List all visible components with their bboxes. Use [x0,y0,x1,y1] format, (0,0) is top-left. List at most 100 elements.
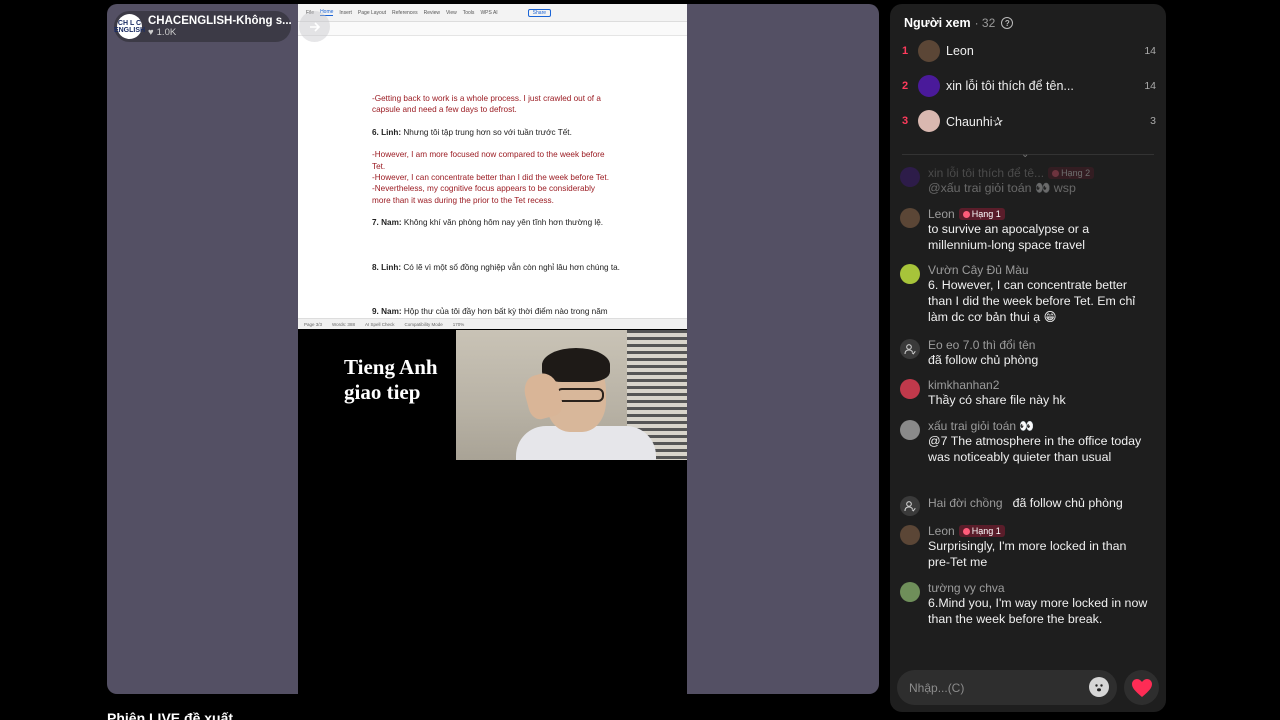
chat-message: kimkhanhan2 Thầy có share file này hk [900,378,1150,408]
message-text: 6.Mind you, I'm way more locked in now t… [928,596,1148,626]
shared-screen: File Home Insert Page Layout References Revie… [298,4,687,694]
document-line: -However, I can concentrate better than … [372,173,609,183]
document-line: 9. Nam: Hộp thư của tôi đầy hơn bất kỳ t… [372,306,632,317]
document-statusbar: Page 3/3 Words: 388 AI Spell Check Compatib… [298,318,687,329]
avatar[interactable] [900,264,920,284]
video-player[interactable]: File Home Insert Page Layout References Revie… [107,4,879,694]
ribbon-tab[interactable]: Review [424,10,440,16]
message-body: tường vy chva 6.Mind you, I'm way more lo… [928,581,1150,627]
status-item: Compatibility Mode [404,321,443,327]
avatar[interactable] [900,582,920,602]
message-text-block: Thầy có share file này hk [928,392,1150,408]
message-body: Vườn Cây Đủ Màu 6. However, I can concent… [928,263,1150,325]
ribbon-tab[interactable]: Page Layout [358,10,386,16]
avatar[interactable] [900,525,920,545]
top-viewer-row[interactable]: 1 Leon 14 [902,39,1156,63]
viewer-name[interactable]: xin lỗi tôi thích để tên... [946,79,1144,93]
ribbon-tab[interactable]: References [392,10,418,16]
viewer-score: 14 [1144,45,1156,57]
avatar[interactable] [918,75,940,97]
document-line: -However, I am more focused now compared… [372,150,605,160]
document-line: Tet. [372,161,386,171]
host-info[interactable]: CH L C ENGLISH CHACENGLISH-Không s... ♥ … [114,11,292,42]
speaker-label: 8. Linh: [372,262,402,272]
message-text-block: đã follow chủ phòng [928,352,1150,368]
message-header: Hai đời chồng đã follow chủ phòng [928,495,1150,511]
chat-input-placeholder: Nhập...(C) [909,680,965,695]
message-header: Leon Hạng 1 [928,524,1150,538]
message-text-block: to survive an apocalypse or a millennium… [928,221,1150,253]
ribbon-tab[interactable]: Insert [339,10,352,16]
message-body: Leon Hạng 1 Surprisingly, I'm more locked … [928,524,1150,570]
message-author[interactable]: Eo eo 7.0 thì đổi tên [928,338,1035,352]
host-name[interactable]: CHACENGLISH-Không s... [148,15,292,27]
message-author[interactable]: kimkhanhan2 [928,378,999,392]
document-line: -Nevertheless, my cognitive focus appear… [372,184,595,194]
chat-panel: Người xem · 32 ? 1 Leon 14 2 xin lỗi tôi thí… [890,4,1166,712]
ribbon-tab[interactable]: View [446,10,457,16]
message-author[interactable]: Vườn Cây Đủ Màu [928,263,1029,277]
follow-arrow-icon [309,21,320,32]
message-header: Leon Hạng 1 [928,207,1150,221]
message-body: xấu trai giỏi toán 👀 @7 The atmosphere in… [928,419,1150,465]
viewers-title: Người xem [904,16,971,30]
message-author[interactable]: tường vy chva [928,581,1005,595]
share-button[interactable]: Share [527,8,552,17]
host-avatar[interactable]: CH L C ENGLISH [114,14,145,39]
avatar[interactable] [900,379,920,399]
video-caption: Tieng Anh giao tiep [344,355,438,405]
rank-badge: Hạng 1 [958,208,1005,220]
viewer-score: 3 [1150,115,1156,127]
message-body: kimkhanhan2 Thầy có share file này hk [928,378,1150,408]
suggested-lives-title: Phiên LIVE đề xuất [107,710,234,720]
document-ribbon: File Home Insert Page Layout References Revie… [298,4,687,22]
likes-count: 1.0K [156,27,177,38]
ribbon-tab[interactable]: WPS AI [480,10,497,16]
chevron-down-icon[interactable]: ⌄ [1021,149,1029,160]
rank-number: 3 [902,115,909,127]
message-author[interactable]: xin lỗi tôi thích để tê... [928,166,1044,180]
rank-number: 1 [902,45,909,57]
message-text-block: 6. However, I can concentrate better tha… [928,277,1150,325]
ribbon-tab[interactable]: Tools [463,10,475,16]
document-page: -Getting back to work is a whole process… [298,38,687,318]
avatar[interactable] [900,208,920,228]
message-text: 6. However, I can concentrate better tha… [928,278,1136,324]
like-button[interactable] [1124,670,1159,705]
speaker-label: 9. Nam: [372,307,402,317]
avatar[interactable] [918,110,940,132]
message-text-block: @xấu trai giỏi toán 👀 wsp [928,180,1150,196]
avatar[interactable] [900,420,920,440]
status-item: 170% [452,321,465,327]
message-author[interactable]: xấu trai giỏi toán 👀 [928,419,1034,433]
help-icon[interactable]: ? [1001,17,1014,29]
message-header: tường vy chva [928,581,1150,595]
emoji-button[interactable] [1089,677,1109,697]
message-author[interactable]: Hai đời chồng [928,496,1003,510]
message-text: đã follow chủ phòng [928,353,1039,367]
status-item: AI Spell Check [364,321,395,327]
avatar[interactable] [900,167,920,187]
viewer-name[interactable]: Leon [946,44,1144,58]
avatar[interactable] [918,40,940,62]
message-author[interactable]: Leon [928,207,955,221]
speaker-label: 6. Linh: [372,127,402,137]
viewers-count: · 32 [974,16,996,30]
host-likes: ♥ 1.0K [148,27,292,38]
viewers-header: Người xem · 32 ? [904,16,1014,30]
chat-message: Vườn Cây Đủ Màu 6. However, I can concent… [900,263,1150,325]
chat-input[interactable]: Nhập...(C) [897,670,1117,705]
viewer-name[interactable]: Chaunhi✰ [946,114,1150,129]
top-viewer-row[interactable]: 3 Chaunhi✰ 3 [902,109,1156,133]
badge-label: Hạng 1 [971,526,1001,536]
message-author[interactable]: Leon [928,524,955,538]
top-viewer-row[interactable]: 2 xin lỗi tôi thích để tên... 14 [902,74,1156,98]
emoji-icon [1092,680,1106,694]
follow-button[interactable] [299,11,330,42]
message-text: @7 The atmosphere in the office today wa… [928,434,1142,464]
status-item: Words: 388 [332,321,355,327]
chat-message: Leon Hạng 1 to survive an apocalypse or a … [900,207,1150,253]
